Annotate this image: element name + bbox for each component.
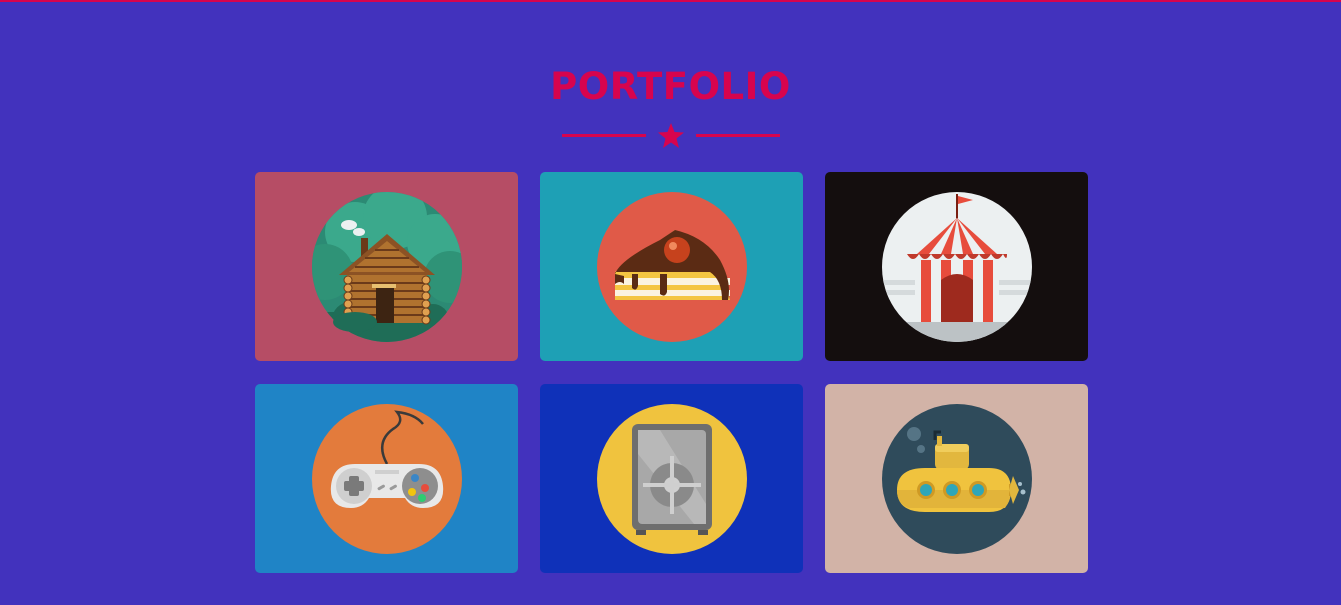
- portfolio-item-cake[interactable]: [540, 172, 803, 361]
- log-cabin-icon: [255, 172, 518, 361]
- portfolio-item-cabin[interactable]: [255, 172, 518, 361]
- safe-icon: [540, 384, 803, 573]
- cake-slice-icon: [540, 172, 803, 361]
- portfolio-title: PORTFOLIO: [550, 65, 791, 108]
- divider-line-right: [696, 134, 780, 137]
- circus-tent-icon: [825, 172, 1088, 361]
- game-controller-icon: [255, 384, 518, 573]
- top-accent-bar: [0, 0, 1341, 2]
- divider-line-left: [562, 134, 646, 137]
- portfolio-item-submarine[interactable]: [825, 384, 1088, 573]
- star-icon: [658, 123, 684, 148]
- title-divider: [562, 122, 780, 150]
- submarine-icon: [825, 384, 1088, 573]
- portfolio-item-safe[interactable]: [540, 384, 803, 573]
- portfolio-item-controller[interactable]: [255, 384, 518, 573]
- portfolio-item-circus[interactable]: [825, 172, 1088, 361]
